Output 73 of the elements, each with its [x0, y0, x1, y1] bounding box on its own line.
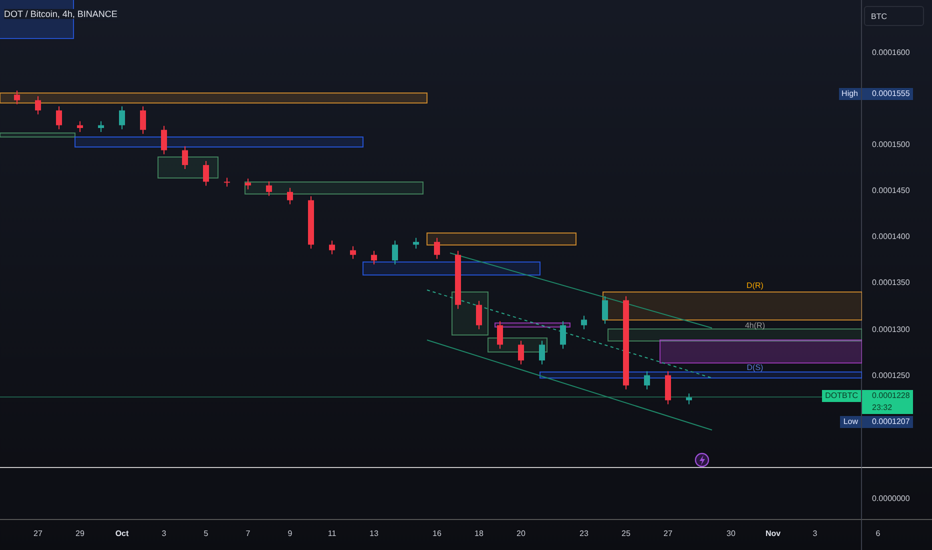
price-tick-label: 0.0001250: [872, 370, 910, 382]
time-tick-label: 9: [288, 529, 292, 538]
candlestick: [119, 106, 125, 130]
time-tick-label: 27: [664, 529, 672, 538]
time-tick-label: 6: [876, 529, 880, 538]
candlestick: [35, 96, 41, 115]
candlestick: [518, 340, 524, 365]
time-tick-label: Oct: [115, 529, 129, 538]
price-tick-label: 0.0001500: [872, 139, 910, 151]
candlestick: [182, 146, 188, 170]
candlestick: [392, 240, 398, 265]
candlestick: [329, 240, 335, 255]
candlestick: [161, 125, 167, 155]
lightning-icon[interactable]: [694, 452, 710, 468]
time-tick-label: Nov: [765, 529, 781, 538]
indicator-value: 0.0000000: [872, 494, 910, 503]
chart-title: DOT / Bitcoin, 4h, BINANCE: [4, 9, 120, 19]
candlestick: [98, 120, 104, 132]
zone-box: [158, 156, 218, 178]
candlestick: [266, 180, 272, 196]
price-value: 0.0001207: [872, 416, 910, 428]
candlestick: [686, 392, 692, 405]
candlestick: [665, 370, 671, 405]
currency-button[interactable]: BTC: [864, 6, 924, 26]
zone-label: 4h(R): [745, 321, 765, 330]
time-tick-label: 18: [474, 529, 484, 538]
candlestick: [203, 160, 209, 186]
time-tick-label: 23: [580, 529, 588, 538]
candlestick: [245, 178, 251, 190]
time-tick-label: 27: [34, 529, 42, 538]
price-tick-label: 0.0001450: [872, 185, 910, 197]
candlestick: [602, 296, 608, 324]
candlestick: [371, 250, 377, 265]
low-label: Low: [840, 416, 861, 428]
candlestick: [140, 106, 146, 134]
time-tick-label: 3: [162, 529, 166, 538]
candlestick: [308, 196, 314, 250]
candlestick: [455, 250, 461, 310]
zone-label: D(R): [746, 281, 764, 290]
price-tick-label: 0.0001350: [872, 277, 910, 289]
countdown-text: 23:32: [872, 402, 894, 414]
time-tick-label: 29: [76, 529, 84, 538]
time-tick-label: 30: [726, 529, 736, 538]
candlestick: [539, 340, 545, 365]
zone-label: D(S): [746, 363, 764, 372]
candlestick: [287, 187, 293, 205]
high-label: High: [838, 88, 861, 100]
time-tick-label: 16: [432, 529, 442, 538]
candlestick: [56, 106, 62, 130]
price-tick-label: 0.0001600: [872, 47, 910, 59]
candlestick: [497, 320, 503, 350]
price-value: 0.0001228: [872, 390, 910, 402]
last-label: DOTBTC: [822, 390, 861, 402]
candlestick: [77, 120, 83, 132]
time-tick-label: 5: [204, 529, 208, 538]
time-tick-label: 11: [328, 529, 336, 538]
time-tick-label: 3: [812, 529, 818, 538]
candlestick: [434, 237, 440, 260]
candlestick: [581, 315, 587, 330]
price-tick-label: 0.0001400: [872, 231, 910, 243]
time-tick-label: 20: [516, 529, 526, 538]
candlestick: [560, 320, 566, 350]
candlestick: [644, 370, 650, 390]
candlestick: [413, 237, 419, 250]
candlestick: [476, 300, 482, 330]
price-tick-label: 0.0001300: [872, 324, 910, 336]
candlestick: [350, 246, 356, 260]
candlestick: [14, 90, 20, 105]
time-tick-label: 13: [370, 529, 378, 538]
time-tick-label: 25: [622, 529, 630, 538]
price-value: 0.0001555: [872, 88, 910, 100]
time-tick-label: 7: [246, 529, 250, 538]
candlestick: [224, 177, 230, 188]
